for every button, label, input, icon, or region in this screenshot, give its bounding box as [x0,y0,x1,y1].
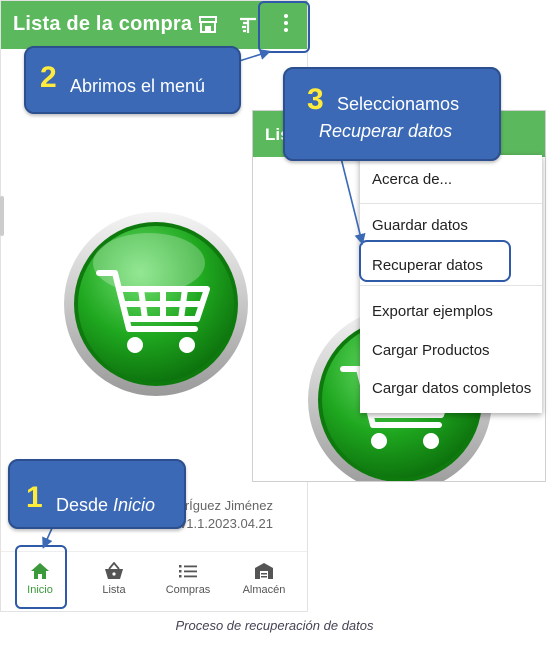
callout-step-1: 1 Desde Inicio [8,459,186,529]
step-text-1: Desde [56,495,114,515]
step-text-3: Seleccionamos [337,94,460,114]
step-text-3-italic: Recuperar datos [319,121,453,141]
step-number-1: 1 [26,481,43,514]
callout-step-2: 2 Abrimos el menú [24,46,241,114]
step-text-1-group: Desde Inicio [56,495,155,516]
step-number-2: 2 [40,61,57,94]
arrow-3 [340,157,366,246]
arrow-1 [42,525,54,549]
figure-caption: Proceso de recuperación de datos [175,618,374,633]
step-number-3: 3 [307,83,324,116]
step-text-2: Abrimos el menú [70,76,206,96]
callout-step-3: 3 Seleccionamos Recuperar datos [283,67,501,161]
step-text-1-italic: Inicio [113,495,156,515]
